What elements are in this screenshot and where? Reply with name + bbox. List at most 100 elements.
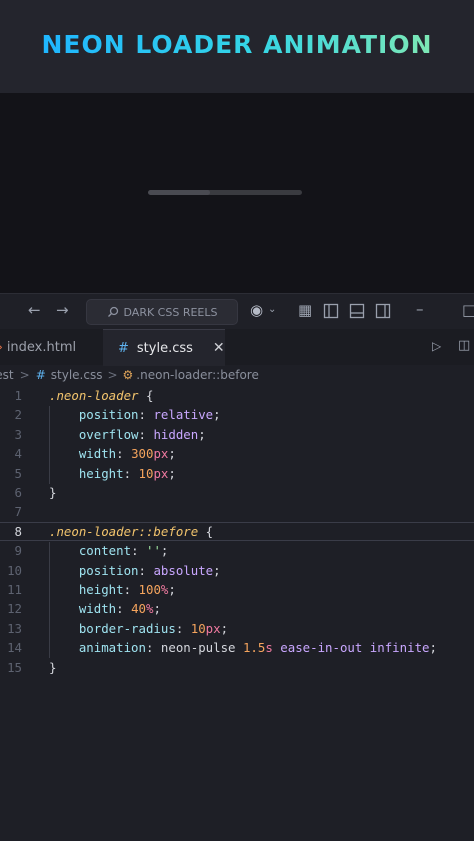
code-line[interactable]: 14 animation: neon-pulse 1.5s ease-in-ou… [0, 638, 474, 657]
code-token: ; [213, 407, 221, 423]
run-icon[interactable]: ▷ [432, 340, 441, 352]
code-line[interactable]: 10 position: absolute; [0, 561, 474, 580]
code-text: width: 300px; [49, 444, 176, 463]
line-number: 3 [14, 426, 22, 442]
code-token: 1.5 [242, 640, 266, 656]
code-line[interactable]: 1 .neon-loader { [0, 386, 474, 405]
code-line[interactable]: 11 height: 100%; [0, 580, 474, 599]
chevron-down-icon[interactable]: ⌄ [268, 305, 276, 315]
code-token: { [138, 388, 154, 403]
code-line[interactable]: 9 content: ''; [0, 541, 474, 560]
editor-toolbar: ← → DARK CSS REELS ◉ ⌄ ▦ – □ [0, 293, 474, 330]
breadcrumb-symbol[interactable]: .neon-loader::before [136, 368, 259, 382]
symbol-icon: ⚙ [122, 368, 134, 382]
code-token: : [116, 446, 132, 462]
html-file-icon: › [0, 340, 3, 354]
tab-label: index.html [6, 339, 77, 355]
code-token: ; [168, 446, 176, 462]
code-token: ; [160, 543, 169, 559]
code-token: ; [429, 640, 437, 656]
code-text: border-radius: 10px; [49, 619, 228, 638]
code-token: : [131, 543, 146, 559]
code-token: position [49, 407, 139, 423]
code-token: : [145, 640, 161, 656]
line-number: 12 [7, 601, 22, 617]
code-token: animation [49, 640, 146, 656]
search-text: DARK CSS REELS [123, 305, 218, 319]
maximize-icon[interactable]: □ [462, 303, 474, 318]
code-line[interactable]: 12 width: 40%; [0, 599, 474, 618]
line-number: 10 [7, 562, 22, 578]
breadcrumb-file[interactable]: style.css [51, 368, 103, 382]
line-number: 2 [14, 407, 22, 423]
code-text: overflow: hidden; [49, 425, 206, 444]
code-token: px [153, 446, 169, 462]
copilot-icon[interactable]: ◉ [250, 303, 263, 318]
code-text: width: 40%; [49, 599, 161, 618]
code-token: px [205, 620, 221, 636]
code-text: animation: neon-pulse 1.5s ease-in-out i… [49, 638, 437, 657]
breadcrumb-folder[interactable]: Test [0, 368, 14, 382]
code-token: } [49, 485, 57, 500]
code-token: ; [198, 426, 206, 442]
code-token: { [198, 523, 214, 539]
code-line[interactable]: 2 position: relative; [0, 405, 474, 424]
minimize-icon[interactable]: – [416, 302, 424, 317]
code-token: ; [213, 562, 221, 578]
toggle-sidebar-icon[interactable] [323, 303, 339, 319]
code-token: : [175, 620, 191, 636]
code-editor[interactable]: 1 .neon-loader {2 position: relative; 3 ov… [0, 386, 474, 841]
breadcrumb-separator: > [19, 368, 30, 382]
css-file-icon: # [35, 368, 46, 382]
line-number: 9 [14, 543, 22, 559]
tab-index-html[interactable]: › index.html [0, 329, 100, 365]
code-line[interactable]: 8 .neon-loader::before { [0, 521, 474, 542]
code-line[interactable]: 13 border-radius: 10px; [0, 619, 474, 638]
code-line[interactable]: 4 width: 300px; [0, 444, 474, 463]
close-icon[interactable]: ✕ [213, 340, 225, 356]
line-number: 5 [14, 465, 22, 481]
search-icon [107, 306, 118, 317]
tab-style-css[interactable]: # style.css ✕ [103, 329, 225, 366]
neon-loader-fill [148, 190, 210, 195]
forward-arrow-icon[interactable]: → [56, 303, 69, 318]
code-token: ease-in-out infinite [272, 640, 430, 656]
code-token: overflow [49, 426, 139, 442]
back-arrow-icon[interactable]: ← [28, 303, 41, 318]
code-token: width [49, 446, 117, 462]
line-number: 1 [14, 388, 22, 403]
code-text: } [49, 483, 56, 502]
code-token: content [49, 543, 132, 559]
code-line[interactable]: 7 [0, 502, 474, 521]
toggle-panel-icon[interactable] [349, 303, 365, 319]
code-token: height [49, 465, 124, 481]
code-token: ; [168, 465, 176, 481]
code-token: .neon-loader::before [49, 523, 199, 539]
code-token: : [138, 407, 154, 423]
code-token: : [123, 582, 139, 597]
line-number: 7 [14, 504, 22, 520]
code-token: } [49, 659, 57, 675]
code-token: hidden [153, 426, 199, 442]
toggle-secondary-sidebar-icon[interactable] [375, 303, 391, 319]
code-line[interactable]: 15} [0, 658, 474, 677]
code-line[interactable]: 6} [0, 483, 474, 502]
layout-icon[interactable]: ▦ [298, 303, 312, 318]
code-token: absolute [153, 562, 214, 578]
code-token: relative [153, 407, 214, 423]
neon-loader-preview [148, 190, 302, 195]
command-search-box[interactable]: DARK CSS REELS [86, 299, 238, 325]
code-token: position [49, 562, 139, 578]
split-editor-icon[interactable]: ◫ [458, 339, 470, 352]
code-token: ; [168, 582, 176, 597]
line-number: 6 [14, 485, 22, 500]
code-token: '' [145, 543, 161, 559]
code-line[interactable]: 5 height: 10px; [0, 464, 474, 483]
code-line[interactable]: 3 overflow: hidden; [0, 425, 474, 444]
code-token: 10 [138, 465, 154, 481]
line-number: 11 [7, 582, 22, 597]
banner: NEON LOADER ANIMATION [0, 0, 474, 93]
code-text: height: 100%; [49, 580, 176, 599]
breadcrumb-separator: > [107, 368, 118, 382]
code-token: px [153, 465, 169, 481]
